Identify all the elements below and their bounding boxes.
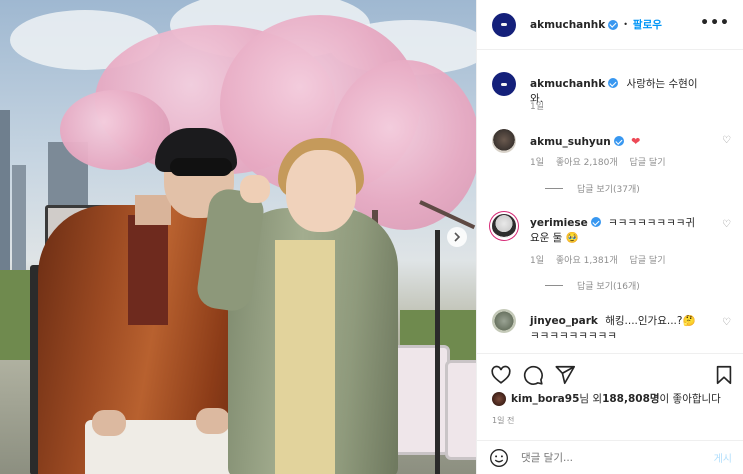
caption-age: 1일 [530, 102, 545, 112]
likes-summary[interactable]: kim_bora95 님 외 188,808명 이 좋아합니다 [492, 391, 721, 406]
red-heart-emoji: ❤ [631, 135, 641, 148]
comment-input[interactable] [521, 451, 681, 464]
caption: akmuchanhk 사랑하는 수현이와. 1일 [492, 72, 732, 122]
photo-building [12, 165, 26, 275]
comment-text: akmu_suhyun ❤ [530, 134, 710, 150]
chevron-right-icon[interactable] [447, 227, 467, 247]
comment-like-heart-icon[interactable]: ♡ [722, 220, 732, 230]
avatar[interactable] [492, 12, 516, 37]
emoji: 🤔 [682, 315, 696, 327]
post-timestamp[interactable]: 1일 전 [492, 415, 514, 426]
photo-drum [445, 360, 476, 460]
emoji: 🥹 [565, 232, 579, 244]
photo-man-hand [92, 410, 126, 436]
photo-man-sunglasses [170, 158, 232, 176]
comment-likes-count[interactable]: 좋아요 2,180개 [556, 158, 618, 168]
comment-username[interactable]: akmu_suhyun [530, 136, 611, 148]
comment-icon[interactable] [522, 364, 544, 386]
likes-count[interactable]: 188,808명 [602, 391, 659, 406]
post-header: akmuchanhk • 팔로우 ••• [477, 0, 743, 50]
post-actions: kim_bora95님 외 188,808명이 좋아합니다 1일 전 게시 [477, 353, 743, 473]
follow-button[interactable]: 팔로우 [633, 17, 662, 32]
reply-button[interactable]: 답글 달기 [630, 158, 666, 168]
photo-mic-stand [435, 230, 440, 474]
comment-age: 1일 [530, 158, 545, 168]
bookmark-icon[interactable] [713, 364, 735, 386]
photo-man-shirt [128, 215, 168, 325]
comment-text: jinyeo_park 해킹....인가요...?🤔 ㅋㅋㅋㅋㅋㅋㅋㅋㅋ [530, 314, 700, 344]
instagram-post: akmuchanhk • 팔로우 ••• akmuchanhk 사랑하는 수현이… [0, 0, 743, 474]
heart-icon[interactable] [490, 364, 512, 386]
comment-like-heart-icon[interactable]: ♡ [722, 136, 732, 146]
post-comment-button[interactable]: 게시 [714, 450, 732, 465]
likes-text-end: 이 좋아합니다 [659, 393, 721, 405]
comment-likes-count[interactable]: 좋아요 1,381개 [556, 256, 618, 266]
comment-body-tail: ㅋㅋㅋㅋㅋㅋㅋㅋㅋ [530, 330, 617, 342]
avatar[interactable] [492, 391, 506, 406]
comment-item: jinyeo_park 해킹....인가요...?🤔 ㅋㅋㅋㅋㅋㅋㅋㅋㅋ ♡ [492, 309, 732, 351]
caption-username[interactable]: akmuchanhk [530, 78, 605, 90]
avatar[interactable] [492, 309, 516, 333]
comment-item: yerimiese ㅋㅋㅋㅋㅋㅋㅋㅋ귀요운 둘 🥹 ♡ 1일 좋아요 1,381… [492, 211, 732, 292]
paper-plane-icon[interactable] [554, 364, 576, 386]
photo-man-neck [135, 195, 171, 225]
photo-woman-dress [275, 240, 335, 474]
view-replies-button[interactable]: 답글 보기(37개) [545, 182, 640, 195]
comment-username[interactable]: jinyeo_park [530, 315, 598, 327]
header-username[interactable]: akmuchanhk [530, 19, 605, 31]
more-options-icon[interactable]: ••• [700, 15, 730, 31]
reply-button[interactable]: 답글 달기 [630, 256, 666, 266]
emoji-icon[interactable] [489, 448, 509, 468]
comment-age: 1일 [530, 256, 545, 266]
comment-meta: 1일 좋아요 1,381개 답글 달기 [530, 253, 675, 266]
add-comment-bar: 게시 [477, 440, 743, 474]
likes-text: 님 외 [579, 393, 603, 405]
verified-badge-icon [608, 78, 619, 88]
view-replies-label: 답글 보기(37개) [577, 185, 640, 195]
photo-woman-face [286, 150, 356, 232]
verified-badge-icon [608, 19, 619, 30]
header-separator: • [623, 20, 628, 29]
caption-text: akmuchanhk 사랑하는 수현이와. [530, 77, 710, 107]
comment-item: akmu_suhyun ❤ ♡ 1일 좋아요 2,180개 답글 달기 답글 보… [492, 129, 732, 199]
comment-username[interactable]: yerimiese [530, 217, 588, 229]
post-photo[interactable] [0, 0, 476, 474]
photo-woman-hand [240, 175, 270, 203]
comment-like-heart-icon[interactable]: ♡ [722, 318, 732, 328]
avatar[interactable] [492, 129, 516, 153]
verified-badge-icon [590, 217, 601, 227]
cherry-blossom [60, 90, 170, 170]
view-replies-label: 답글 보기(16개) [577, 282, 640, 292]
liker-username[interactable]: kim_bora95 [511, 393, 579, 405]
comments-list[interactable]: akmuchanhk 사랑하는 수현이와. 1일 akmu_suhyun ❤ ♡… [477, 51, 743, 351]
view-replies-button[interactable]: 답글 보기(16개) [545, 279, 640, 292]
comment-meta: 1일 좋아요 2,180개 답글 달기 [530, 155, 675, 168]
photo-man-hand [196, 408, 230, 434]
avatar[interactable] [492, 214, 516, 238]
photo-building [0, 110, 10, 280]
post-side-panel: akmuchanhk • 팔로우 ••• akmuchanhk 사랑하는 수현이… [476, 0, 743, 474]
avatar[interactable] [492, 72, 516, 96]
comment-text: yerimiese ㅋㅋㅋㅋㅋㅋㅋㅋ귀요운 둘 🥹 [530, 216, 698, 246]
comment-body: 해킹....인가요...? [605, 315, 683, 327]
verified-badge-icon [613, 136, 624, 146]
